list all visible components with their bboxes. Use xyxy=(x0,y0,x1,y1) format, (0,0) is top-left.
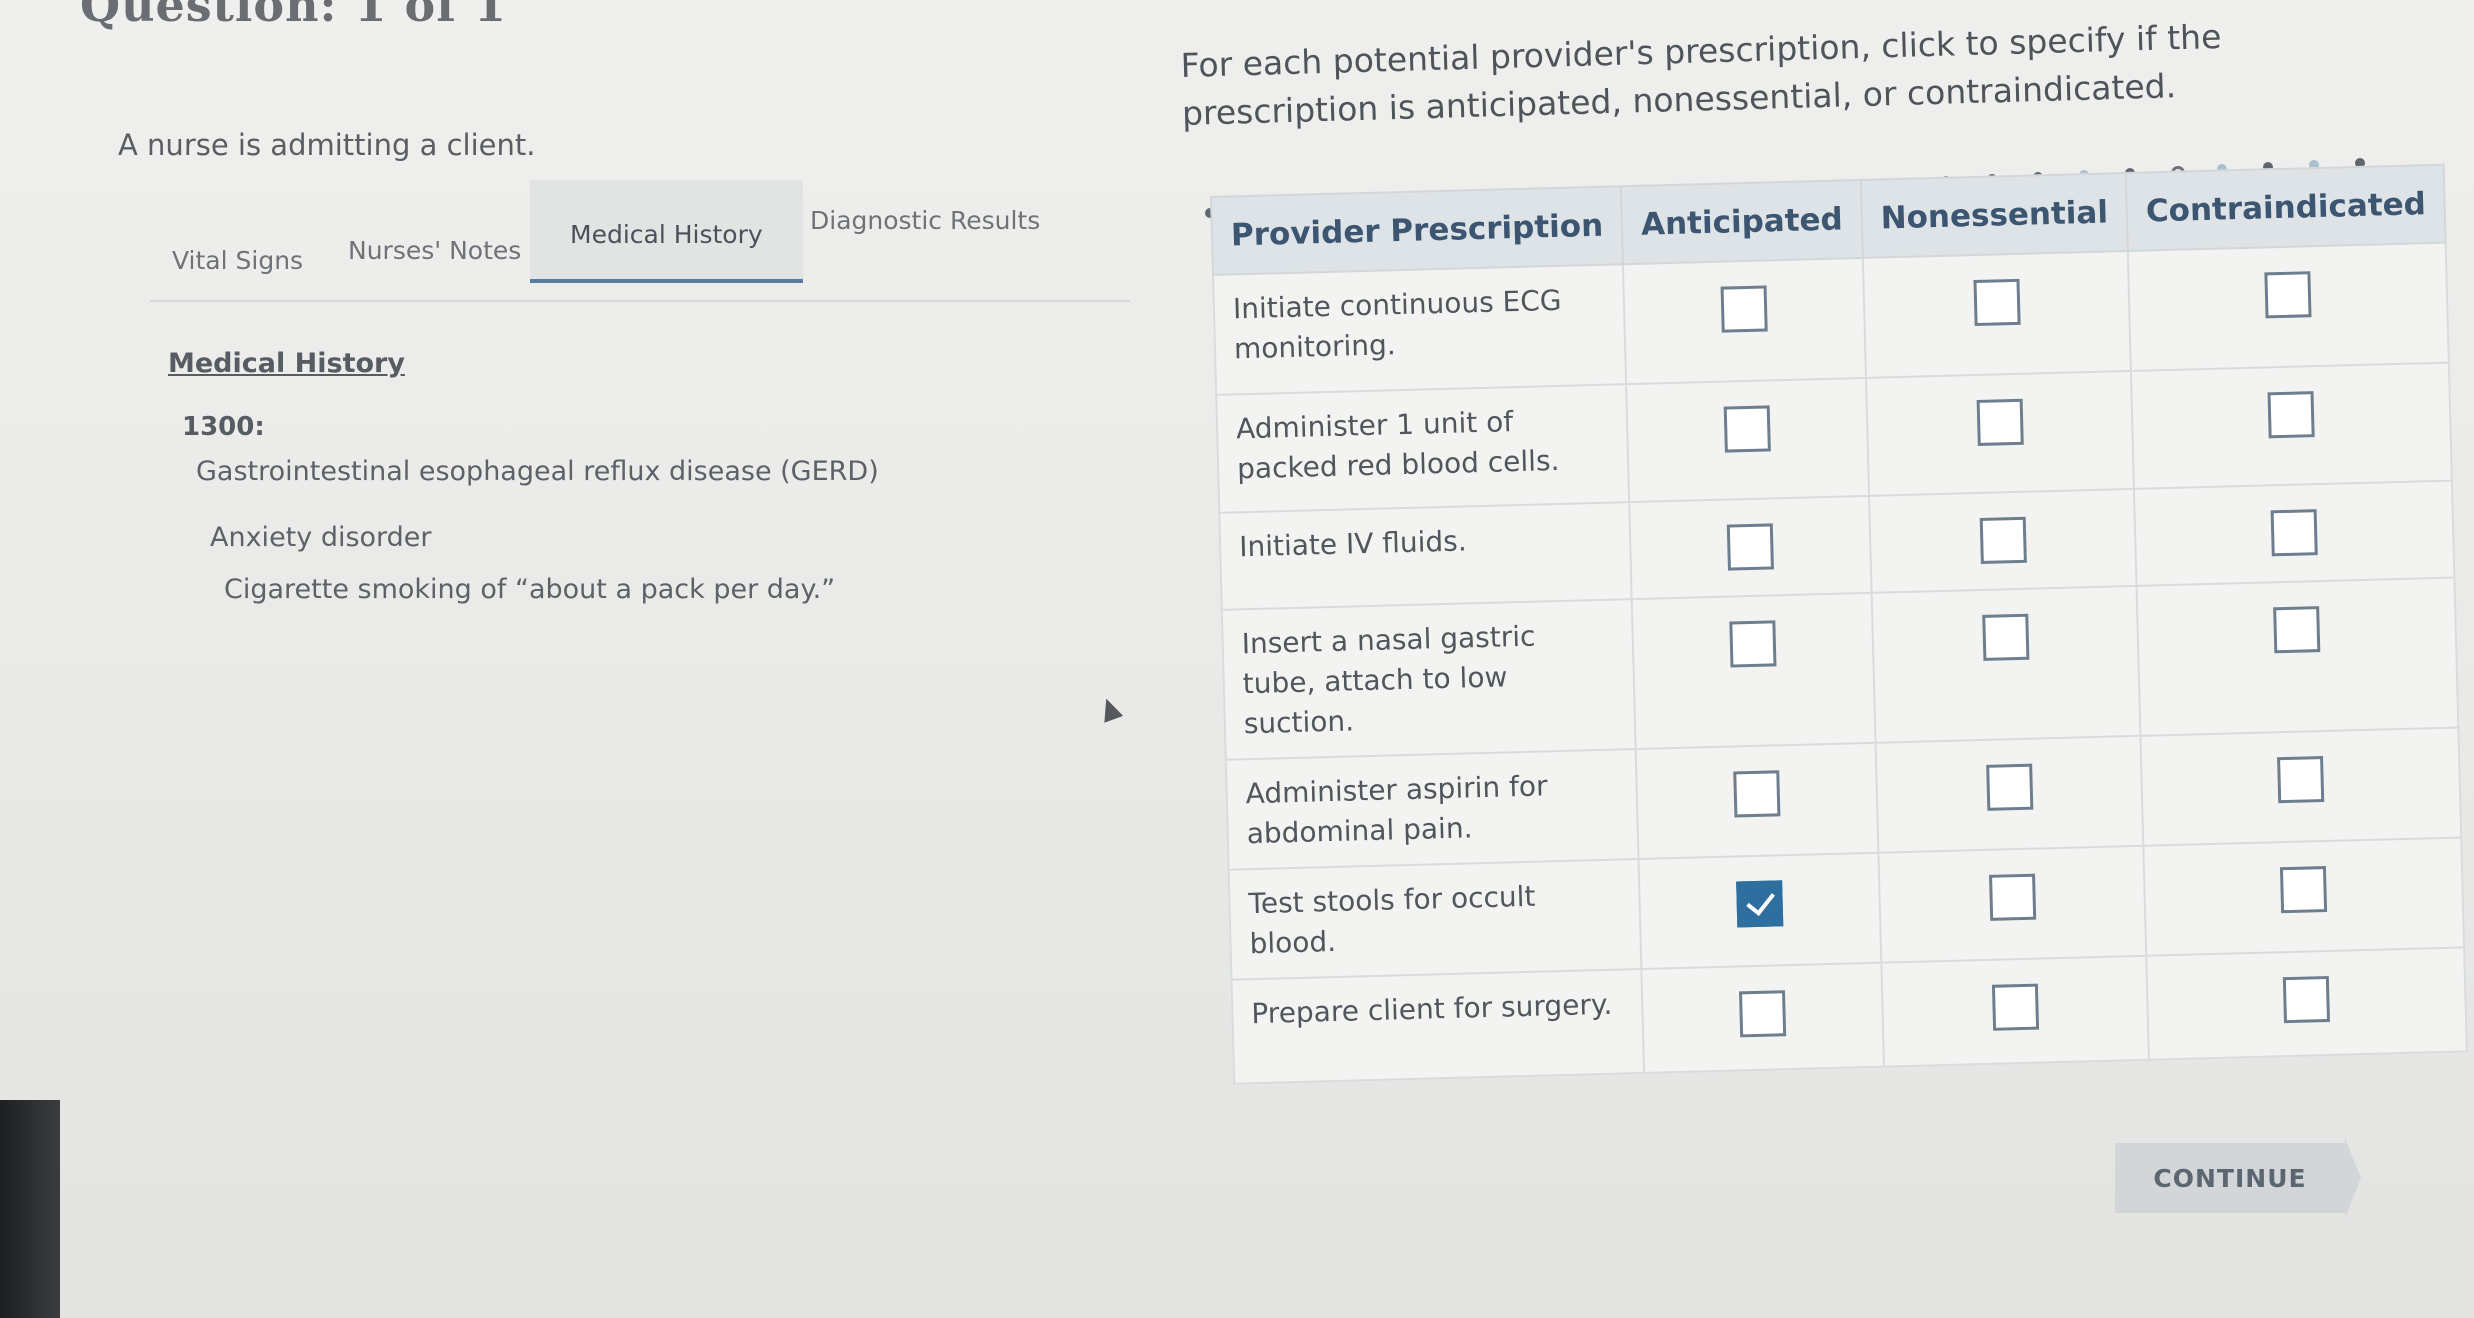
prescription-text: Administer aspirin for abdominal pain. xyxy=(1225,749,1639,870)
nonessential-cell xyxy=(1881,955,2150,1067)
continue-button[interactable]: CONTINUE xyxy=(2115,1143,2345,1213)
page: Question: 1 of 1 A nurse is admitting a … xyxy=(0,0,2474,1318)
anticipated-cell xyxy=(1631,592,1876,750)
scenario-intro: A nurse is admitting a client. xyxy=(118,128,536,162)
medical-history-item: Gastrointestinal esophageal reflux disea… xyxy=(196,456,879,487)
anticipated-checkbox[interactable] xyxy=(1739,990,1787,1038)
anticipated-checkbox[interactable] xyxy=(1726,523,1775,571)
contraindicated-checkbox[interactable] xyxy=(2264,271,2312,319)
nonessential-checkbox[interactable] xyxy=(1981,613,2029,661)
nonessential-cell xyxy=(1875,735,2144,853)
nonessential-cell xyxy=(1862,250,2132,378)
screen-bezel xyxy=(0,1100,60,1318)
question-instructions: For each potential provider's prescripti… xyxy=(1180,16,2222,133)
anticipated-checkbox[interactable] xyxy=(1733,770,1781,818)
contraindicated-cell xyxy=(2131,362,2453,489)
continue-arrow-icon xyxy=(2345,1138,2361,1218)
header-contraindicated: Contraindicated xyxy=(2125,164,2446,251)
medical-history-time: 1300: xyxy=(182,412,265,442)
anticipated-cell xyxy=(1623,257,1866,385)
header-provider-prescription: Provider Prescription xyxy=(1211,186,1624,275)
prescription-text: Initiate IV fluids. xyxy=(1219,502,1632,610)
contraindicated-cell xyxy=(2143,837,2465,956)
nonessential-checkbox[interactable] xyxy=(1976,398,2024,446)
contraindicated-cell xyxy=(2146,947,2468,1060)
header-anticipated: Anticipated xyxy=(1621,179,1863,265)
contraindicated-cell xyxy=(2134,480,2455,586)
tabs-divider xyxy=(150,300,1130,302)
contraindicated-cell xyxy=(2136,577,2459,736)
anticipated-checkbox[interactable] xyxy=(1729,620,1777,668)
tab-medical-history[interactable]: Medical History xyxy=(530,180,803,283)
nonessential-cell xyxy=(1865,370,2135,496)
anticipated-cell xyxy=(1641,962,1884,1073)
contraindicated-checkbox[interactable] xyxy=(2283,975,2331,1024)
contraindicated-cell xyxy=(2140,727,2462,846)
question-title: Question: 1 of 1 xyxy=(80,0,508,32)
tab-vital-signs[interactable]: Vital Signs xyxy=(172,246,303,275)
chart-tabs: Vital Signs Nurses' Notes Medical Histor… xyxy=(150,180,1130,290)
contraindicated-checkbox[interactable] xyxy=(2280,866,2328,914)
mouse-pointer-icon xyxy=(1096,695,1124,723)
nonessential-checkbox[interactable] xyxy=(1972,278,2021,327)
nonessential-cell xyxy=(1868,488,2137,593)
medical-history-heading: Medical History xyxy=(168,348,405,379)
contraindicated-checkbox[interactable] xyxy=(2267,391,2315,439)
nonessential-checkbox[interactable] xyxy=(1985,763,2033,811)
prescription-text: Test stools for occult blood. xyxy=(1228,859,1642,980)
nonessential-checkbox[interactable] xyxy=(1988,873,2036,921)
anticipated-cell xyxy=(1638,852,1882,969)
anticipated-cell xyxy=(1629,495,1872,600)
anticipated-checkbox[interactable] xyxy=(1720,285,1768,333)
nonessential-cell xyxy=(1871,585,2141,743)
anticipated-cell xyxy=(1626,377,1869,503)
prescription-text: Initiate continuous ECG monitoring. xyxy=(1213,264,1627,395)
prescription-text: Insert a nasal gastric tube, attach to l… xyxy=(1221,599,1636,760)
anticipated-checkbox[interactable] xyxy=(1736,880,1784,928)
prescription-rows: Initiate continuous ECG monitoring. Admi… xyxy=(1213,242,2468,1084)
nonessential-checkbox[interactable] xyxy=(1991,983,2039,1031)
tab-diagnostic-results[interactable]: Diagnostic Results xyxy=(810,206,1040,235)
anticipated-cell xyxy=(1635,742,1879,860)
medical-history-item: Cigarette smoking of “about a pack per d… xyxy=(224,574,836,605)
nonessential-checkbox[interactable] xyxy=(1979,516,2027,564)
contraindicated-cell xyxy=(2127,242,2449,371)
prescription-matrix: Provider Prescription Anticipated Noness… xyxy=(1210,163,2469,1116)
prescription-text: Prepare client for surgery. xyxy=(1231,968,1645,1084)
prescription-text: Administer 1 unit of packed red blood ce… xyxy=(1216,384,1630,513)
prescription-table: Provider Prescription Anticipated Noness… xyxy=(1210,163,2469,1085)
tab-nurses-notes[interactable]: Nurses' Notes xyxy=(348,236,521,265)
contraindicated-checkbox[interactable] xyxy=(2273,606,2321,654)
medical-history-item: Anxiety disorder xyxy=(210,522,432,553)
nonessential-cell xyxy=(1878,845,2147,963)
anticipated-checkbox[interactable] xyxy=(1723,405,1771,453)
header-nonessential: Nonessential xyxy=(1860,173,2128,258)
contraindicated-checkbox[interactable] xyxy=(2277,756,2325,804)
contraindicated-checkbox[interactable] xyxy=(2270,509,2318,557)
